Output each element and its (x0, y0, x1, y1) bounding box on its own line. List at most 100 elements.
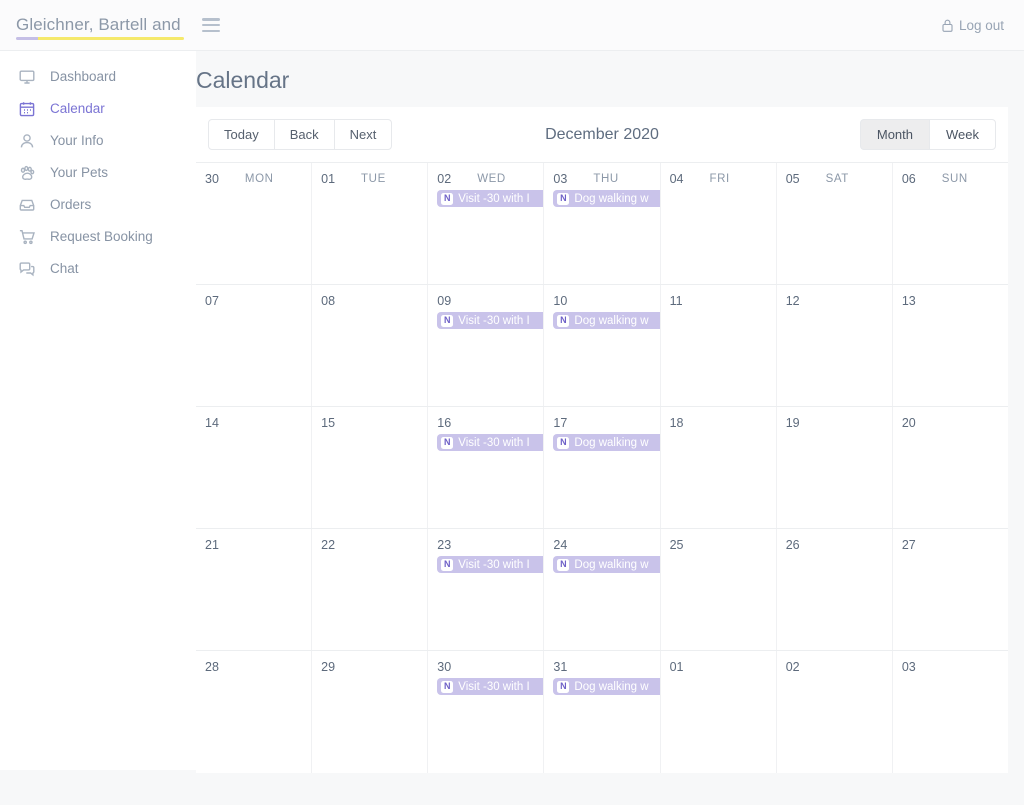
day-number: 17 (553, 416, 568, 430)
view-toggle-group: Month Week (859, 119, 996, 150)
calendar-day-cell[interactable]: 13 (893, 285, 1008, 406)
day-number: 06 (901, 172, 916, 186)
calendar-event[interactable]: N Visit -30 with I (437, 434, 544, 451)
hamburger-line (202, 23, 220, 27)
calendar-day-cell[interactable]: 10 N Dog walking w (544, 285, 661, 406)
sidebar-item-your-info[interactable]: Your Info (0, 125, 196, 156)
day-events: N Dog walking w (544, 553, 660, 573)
calendar-day-cell[interactable]: 11 (661, 285, 777, 406)
inbox-icon (18, 196, 36, 214)
calendar-event[interactable]: N Dog walking w (553, 556, 660, 573)
day-events (196, 309, 311, 312)
calendar-day-cell[interactable]: 01 TUE (312, 163, 429, 284)
paw-icon (18, 164, 36, 182)
calendar-day-cell[interactable]: 19 (777, 407, 893, 528)
day-events (893, 187, 1008, 190)
day-cell-header: 19 (777, 407, 892, 431)
calendar-day-cell[interactable]: 09 N Visit -30 with I (428, 285, 545, 406)
calendar-day-cell[interactable]: 15 (312, 407, 429, 528)
day-number: 27 (901, 538, 916, 552)
calendar-day-cell[interactable]: 22 (312, 529, 429, 650)
calendar-day-cell[interactable]: 21 (196, 529, 313, 650)
calendar-event[interactable]: N Visit -30 with I (437, 312, 544, 329)
sidebar-item-calendar[interactable]: Calendar (0, 93, 196, 124)
calendar-day-cell[interactable]: 29 (312, 651, 429, 773)
day-events (661, 553, 776, 556)
sidebar-item-chat[interactable]: Chat (0, 253, 196, 284)
calendar-day-cell[interactable]: 20 (893, 407, 1008, 528)
calendar-day-cell[interactable]: 14 (196, 407, 313, 528)
view-button-month[interactable]: Month (859, 119, 930, 150)
day-cell-header: 17 (544, 407, 659, 431)
calendar-event[interactable]: N Dog walking w (553, 434, 660, 451)
calendar-day-cell[interactable]: 02 WED N Visit -30 with I (428, 163, 545, 284)
calendar-day-cell[interactable]: 23 N Visit -30 with I (428, 529, 545, 650)
calendar-day-cell[interactable]: 05 SAT (777, 163, 893, 284)
sidebar-item-dashboard[interactable]: Dashboard (0, 61, 196, 92)
calendar-event[interactable]: N Visit -30 with I (437, 190, 544, 207)
calendar-day-cell[interactable]: 26 (777, 529, 893, 650)
calendar-day-cell[interactable]: 07 (196, 285, 313, 406)
calendar-event[interactable]: N Dog walking w (553, 312, 660, 329)
day-cell-header: 04 FRI (661, 163, 776, 187)
hamburger-icon[interactable] (202, 18, 220, 32)
sidebar-item-request-booking[interactable]: Request Booking (0, 221, 196, 252)
day-number: 20 (901, 416, 916, 430)
calendar-day-cell[interactable]: 12 (777, 285, 893, 406)
page-header: Calendar (196, 51, 1024, 107)
calendar-day-cell[interactable]: 03 (893, 651, 1008, 773)
day-cell-header: 11 (661, 285, 776, 309)
calendar-day-cell[interactable]: 17 N Dog walking w (544, 407, 661, 528)
hamburger-line (202, 18, 220, 21)
calendar-day-cell[interactable]: 27 (893, 529, 1008, 650)
calendar-day-cell[interactable]: 08 (312, 285, 429, 406)
calendar-event[interactable]: N Visit -30 with I (437, 678, 544, 695)
calendar-day-cell[interactable]: 28 (196, 651, 313, 773)
calendar-day-cell[interactable]: 30 MON (196, 163, 313, 284)
next-button[interactable]: Next (333, 119, 393, 150)
view-button-week[interactable]: Week (929, 119, 996, 150)
calendar-day-cell[interactable]: 31 N Dog walking w (544, 651, 661, 773)
weekday-label: SAT (825, 173, 849, 185)
day-events: N Visit -30 with I (428, 187, 544, 207)
calendar-day-cell[interactable]: 04 FRI (661, 163, 777, 284)
calendar-day-cell[interactable]: 30 N Visit -30 with I (428, 651, 545, 773)
calendar-day-cell[interactable]: 01 (661, 651, 777, 773)
sidebar-item-your-pets[interactable]: Your Pets (0, 157, 196, 188)
back-button[interactable]: Back (273, 119, 335, 150)
calendar-day-cell[interactable]: 02 (777, 651, 893, 773)
day-events (777, 675, 892, 678)
top-bar: Gleichner, Bartell and Monahan Log out (0, 0, 1024, 51)
calendar-week-row: 28 29 30 N Visit -30 with I 31 N Dog walking w 0… (196, 651, 1008, 773)
brand[interactable]: Gleichner, Bartell and Monahan (16, 14, 186, 40)
calendar-day-cell[interactable]: 03 THU N Dog walking w (544, 163, 661, 284)
calendar-day-cell[interactable]: 24 N Dog walking w (544, 529, 661, 650)
day-cell-header: 07 (196, 285, 311, 309)
monitor-icon (18, 68, 36, 86)
event-badge: N (441, 680, 454, 693)
calendar-day-cell[interactable]: 18 (661, 407, 777, 528)
brand-underline (16, 37, 184, 40)
day-events (893, 431, 1008, 434)
calendar-event[interactable]: N Dog walking w (553, 190, 660, 207)
event-badge: N (557, 680, 570, 693)
day-number: 15 (321, 416, 336, 430)
calendar-day-cell[interactable]: 16 N Visit -30 with I (428, 407, 545, 528)
day-number: 19 (785, 416, 800, 430)
day-cell-header: 06 SUN (893, 163, 1008, 187)
day-events (777, 187, 892, 190)
event-title: Visit -30 with I (458, 558, 530, 571)
today-button[interactable]: Today (208, 119, 275, 150)
logout-button[interactable]: Log out (942, 18, 1004, 33)
calendar-day-cell[interactable]: 06 SUN (893, 163, 1008, 284)
day-events (312, 187, 427, 190)
day-number: 07 (205, 294, 219, 308)
event-badge: N (441, 314, 454, 327)
calendar-day-cell[interactable]: 25 (661, 529, 777, 650)
weekday-label: THU (593, 173, 619, 185)
day-number: 02 (437, 172, 452, 186)
sidebar-item-orders[interactable]: Orders (0, 189, 196, 220)
calendar-event[interactable]: N Dog walking w (553, 678, 660, 695)
chat-icon (18, 260, 36, 278)
calendar-event[interactable]: N Visit -30 with I (437, 556, 544, 573)
